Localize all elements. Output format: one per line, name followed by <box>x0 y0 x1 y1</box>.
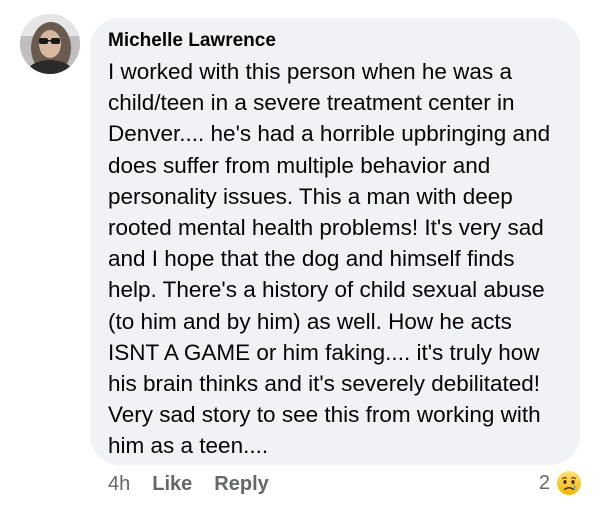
avatar[interactable] <box>20 14 80 74</box>
reaction-summary[interactable]: 2 <box>539 468 584 498</box>
comment-actions: 4h Like Reply <box>108 473 291 496</box>
profile-photo <box>20 14 80 74</box>
sad-face-icon <box>554 468 584 498</box>
comment: Michelle Lawrence I worked with this per… <box>0 0 600 514</box>
reply-button[interactable]: Reply <box>214 473 268 496</box>
reaction-count: 2 <box>538 471 550 494</box>
comment-author[interactable]: Michelle Lawrence <box>108 30 566 52</box>
comment-text: I worked with this person when he was a … <box>108 59 551 459</box>
comment-bubble: Michelle Lawrence I worked with this per… <box>90 18 580 465</box>
like-button[interactable]: Like <box>152 473 192 496</box>
comment-timestamp[interactable]: 4h <box>108 473 130 496</box>
